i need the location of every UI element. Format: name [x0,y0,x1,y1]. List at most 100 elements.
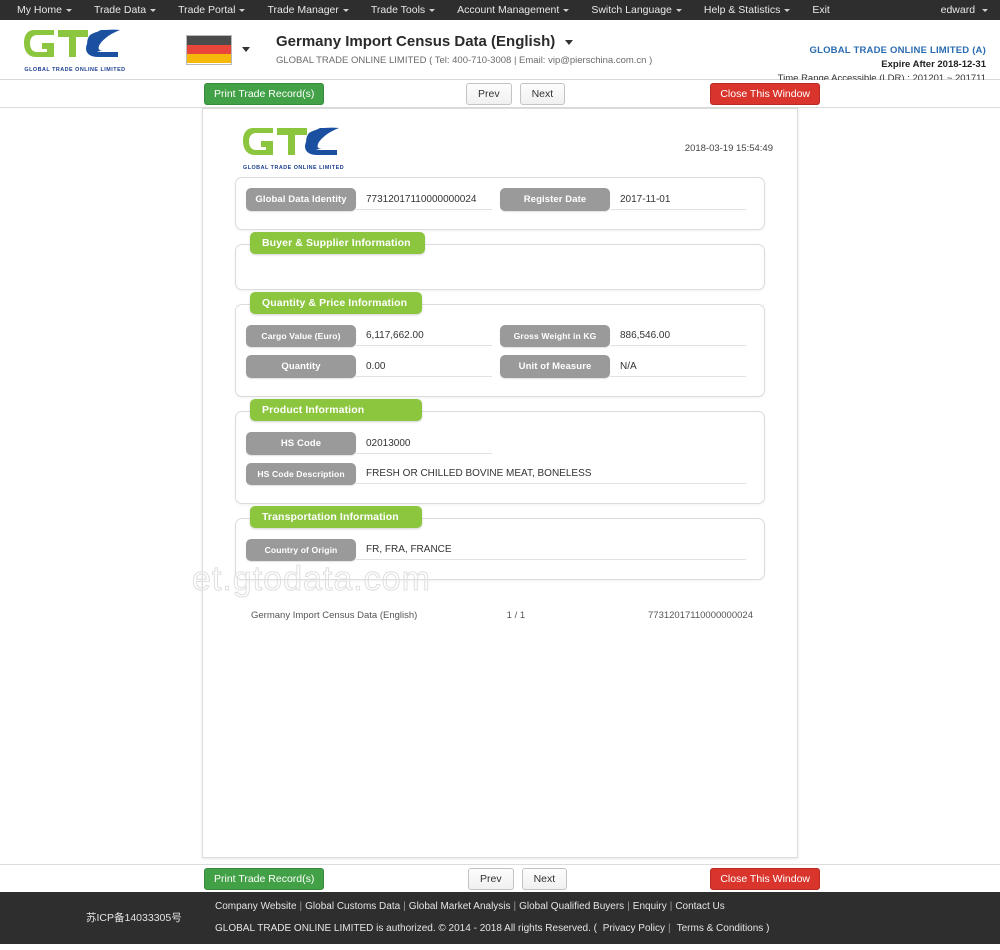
record-pagination: Prev Next [466,82,566,105]
print-trade-records-button-bottom[interactable]: Print Trade Record(s) [204,867,325,890]
title-block: Germany Import Census Data (English) GLO… [276,33,652,66]
nav-item-label: Trade Data [93,4,147,16]
field-gross-weight-in-kg: Gross Weight in KG 886,546.00 [500,325,754,347]
footer-link-privacy-policy[interactable]: Privacy Policy [603,923,665,934]
copyright-end: ) [766,923,770,934]
close-window-button-bottom[interactable]: Close This Window [710,867,820,890]
nav-item-account-management[interactable]: Account Management [446,0,580,20]
footer-link-global-customs-data[interactable]: Global Customs Data [305,901,400,912]
print-trade-records-button[interactable]: Print Trade Record(s) [204,82,325,105]
footer-link-contact-us[interactable]: Contact Us [675,901,724,912]
document-generated-timestamp: 2018-03-19 15:54:49 [684,143,773,154]
prev-button[interactable]: Prev [466,82,512,105]
nav-item-my-home[interactable]: My Home [6,0,83,20]
document-logo: GLOBAL TRADE ONLINE LIMITED [243,125,344,171]
field-value: 77312017110000000024 [356,190,492,210]
next-button[interactable]: Next [519,82,566,105]
section-panel: Buyer & Supplier Information [235,232,765,290]
section-panel: Transportation Information Country of Ori… [235,506,765,580]
chevron-down-icon [239,8,246,12]
chevron-down-icon [342,8,349,12]
footer-link-global-qualified-buyers[interactable]: Global Qualified Buyers [519,901,624,912]
field-value: 886,546.00 [610,326,746,346]
prev-button-bottom[interactable]: Prev [468,867,514,890]
nav-item-label: Trade Manager [267,4,339,16]
chevron-down-icon [242,47,250,52]
field-hs-code: HS Code 02013000 [246,432,500,455]
document-area: GLOBAL TRADE ONLINE LIMITED 2018-03-19 1… [0,108,1000,864]
link-separator: | [403,901,406,912]
nav-item-trade-data[interactable]: Trade Data [83,0,167,20]
field-value: FR, FRA, FRANCE [356,540,746,560]
close-window-button[interactable]: Close This Window [710,82,820,105]
account-expiry: Expire After 2018-12-31 [881,59,986,70]
footer-link-enquiry[interactable]: Enquiry [633,901,667,912]
field-label: Cargo Value (Euro) [246,325,356,347]
nav-item-trade-manager[interactable]: Trade Manager [256,0,359,20]
account-name: GLOBAL TRADE ONLINE LIMITED (A) [809,45,986,56]
user-menu-label: edward [940,4,976,16]
link-separator: | [627,901,630,912]
link-separator: | [513,901,517,912]
toolbar-top: Print Trade Record(s) Prev Next Close Th… [0,80,1000,108]
section-title: Quantity & Price Information [250,292,422,314]
section-title: Transportation Information [250,506,422,528]
page-subtitle: GLOBAL TRADE ONLINE LIMITED ( Tel: 400-7… [276,55,653,66]
document-footer-identity: 77312017110000000024 [648,610,753,621]
identity-panel: Global Data Identity 7731201711000000002… [235,177,765,230]
record-pagination-bottom: Prev Next [468,867,568,890]
germany-flag-icon [186,34,232,65]
field-global-data-identity: Global Data Identity 7731201711000000002… [246,188,500,211]
page-title-row[interactable]: Germany Import Census Data (English) [276,33,652,51]
field-value: 6,117,662.00 [356,326,492,346]
nav-item-help-statistics[interactable]: Help & Statistics [693,0,801,20]
page-title: Germany Import Census Data (English) [276,33,556,50]
country-flag-selector[interactable] [186,34,250,65]
footer-link-terms-conditions[interactable]: Terms & Conditions [677,923,764,934]
chevron-down-icon [784,8,791,12]
next-button-bottom[interactable]: Next [521,867,568,890]
field-label: Register Date [500,188,610,211]
field-label: HS Code [246,432,356,455]
link-separator: | [299,901,303,912]
trade-record-document: GLOBAL TRADE ONLINE LIMITED 2018-03-19 1… [202,108,798,858]
gto-logo-icon [243,127,339,155]
chevron-down-icon [65,8,72,12]
chevron-down-icon [565,39,574,45]
field-country-of-origin: Country of Origin FR, FRA, FRANCE [246,539,754,561]
field-label: Country of Origin [246,539,356,561]
page-footer: 苏ICP备14033305号 Company Website | Global Cu… [0,892,1000,944]
nav-item-label: Trade Portal [178,4,236,16]
document-header: GLOBAL TRADE ONLINE LIMITED 2018-03-19 1… [221,121,779,171]
logo-subtitle: GLOBAL TRADE ONLINE LIMITED [24,66,126,73]
field-register-date: Register Date 2017-11-01 [500,188,754,211]
chevron-down-icon [429,8,436,12]
nav-item-switch-language[interactable]: Switch Language [580,0,693,20]
toolbar-bottom: Print Trade Record(s) Prev Next Close Th… [0,864,1000,892]
user-menu[interactable]: edward [930,0,992,20]
nav-item-trade-portal[interactable]: Trade Portal [167,0,256,20]
footer-link-global-market-analysis[interactable]: Global Market Analysis [409,901,511,912]
footer-link-company-website[interactable]: Company Website [215,901,297,912]
field-hs-code-description: HS Code Description FRESH OR CHILLED BOVI… [246,463,754,485]
gto-logo-icon [24,29,121,57]
copyright-text: GLOBAL TRADE ONLINE LIMITED is authorize… [215,923,597,934]
field-value: 02013000 [356,434,492,454]
nav-item-exit[interactable]: Exit [801,0,841,20]
company-logo[interactable]: GLOBAL TRADE ONLINE LIMITED [14,27,136,73]
field-value: N/A [610,357,746,377]
icp-license: 苏ICP备14033305号 [86,912,182,924]
section-panel: Quantity & Price Information Cargo Value … [235,292,765,397]
field-quantity: Quantity 0.00 [246,355,500,378]
top-navigation-bar: My Home Trade Data Trade Portal Trade Manag… [0,0,1000,20]
field-label: Global Data Identity [246,188,356,211]
chevron-down-icon [150,8,157,12]
field-value: 2017-11-01 [610,190,746,210]
field-label: HS Code Description [246,463,356,485]
nav-item-label: My Home [17,4,62,16]
nav-item-trade-tools[interactable]: Trade Tools [360,0,446,20]
field-label: Quantity [246,355,356,378]
field-value: FRESH OR CHILLED BOVINE MEAT, BONELESS [356,464,746,484]
page-header: GLOBAL TRADE ONLINE LIMITED Germany Impo… [0,20,1000,84]
chevron-down-icon [982,8,988,12]
